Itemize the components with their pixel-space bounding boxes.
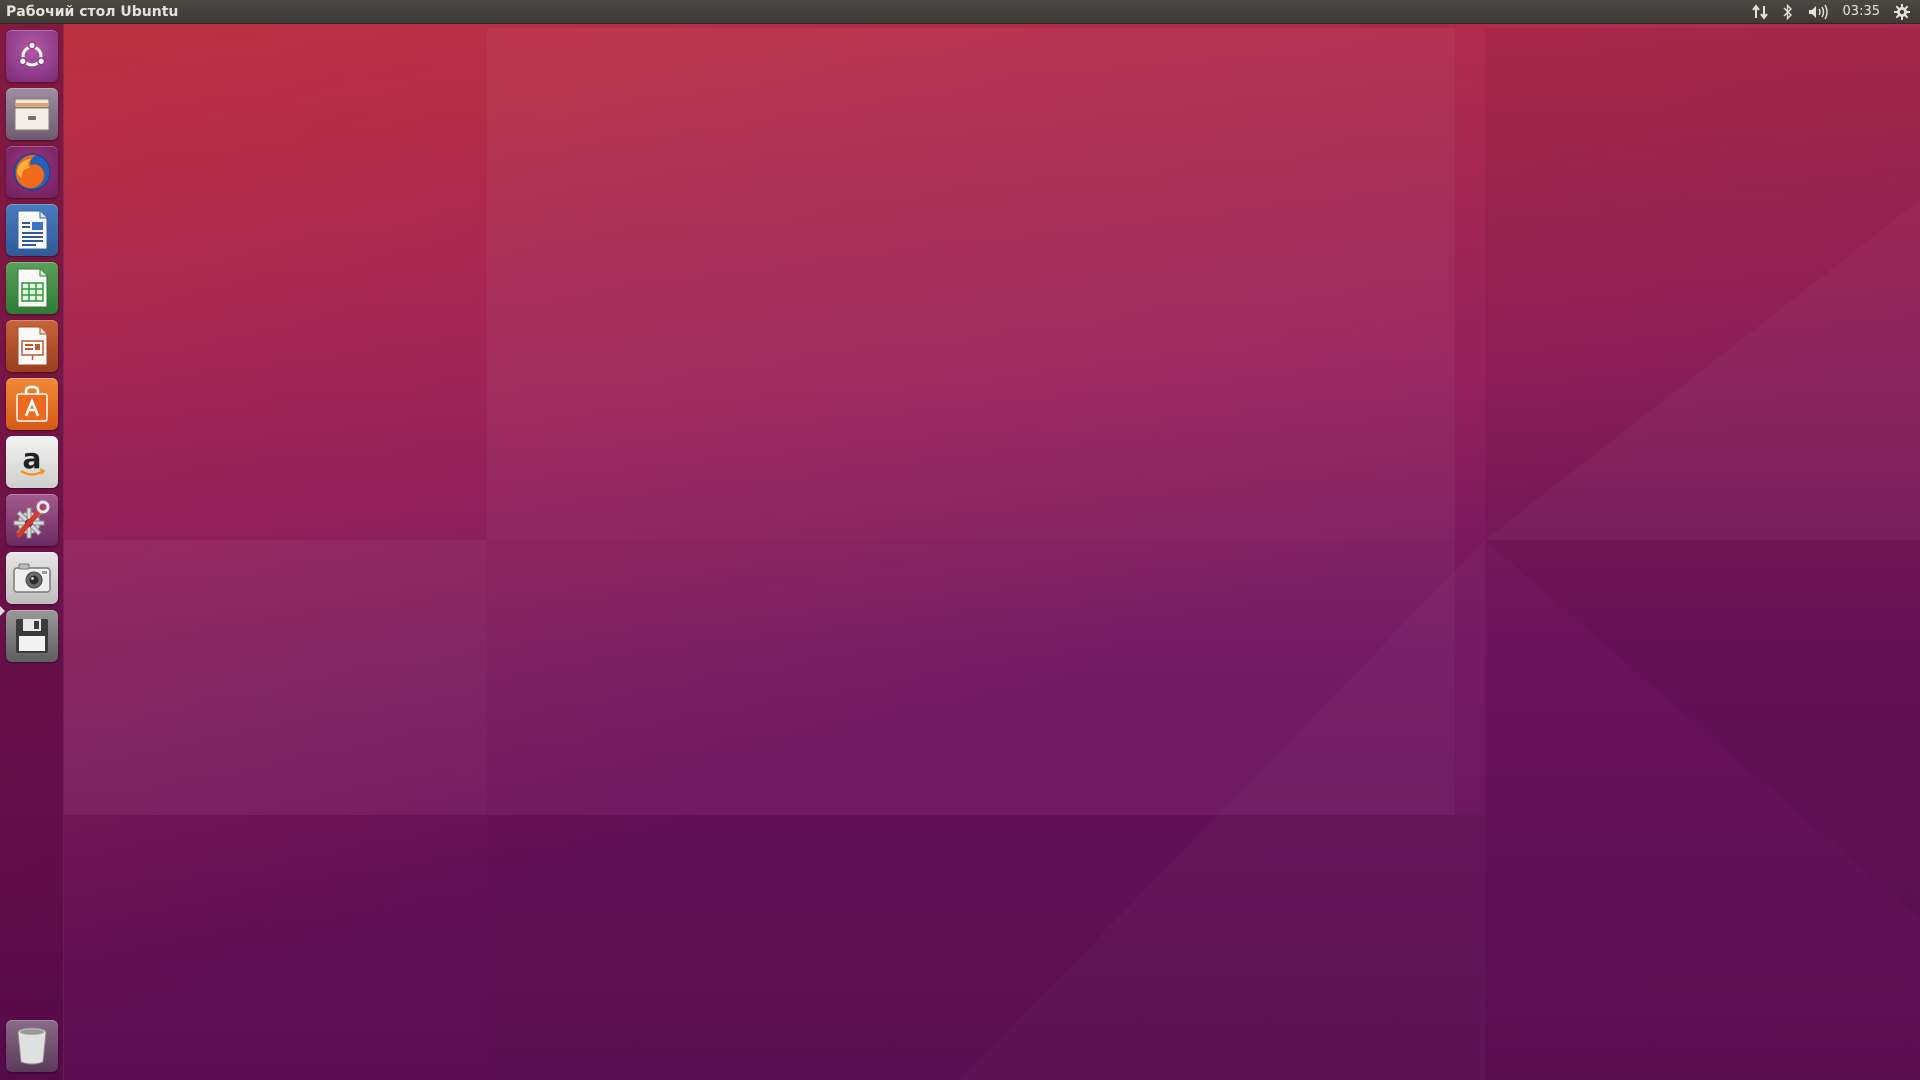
screenshot-button[interactable]: [6, 552, 58, 604]
camera-icon: [13, 563, 51, 593]
system-settings-button[interactable]: [6, 494, 58, 546]
trash-icon: [17, 1027, 47, 1065]
floppy-disk-icon: [16, 619, 48, 653]
indicator-area: 03:35: [1751, 0, 1920, 24]
shopping-bag-icon: [16, 385, 48, 422]
amazon-icon: a: [20, 442, 46, 476]
launcher: a: [0, 24, 64, 1080]
dash-button[interactable]: [6, 30, 58, 82]
file-cabinet-icon: [14, 98, 50, 131]
clock[interactable]: 03:35: [1843, 0, 1880, 24]
software-center-button[interactable]: [6, 378, 58, 430]
trash-button[interactable]: [6, 1020, 58, 1072]
network-updown-icon[interactable]: [1751, 0, 1769, 24]
wallpaper-geometry: [64, 540, 1920, 1080]
active-app-indicator: [0, 606, 5, 616]
impress-presentation-icon: [17, 326, 48, 366]
libreoffice-calc-button[interactable]: [6, 262, 58, 314]
libreoffice-impress-button[interactable]: [6, 320, 58, 372]
bluetooth-icon[interactable]: [1783, 0, 1793, 24]
ubuntu-logo-icon: [18, 41, 46, 67]
files-button[interactable]: [6, 88, 58, 140]
gear-icon[interactable]: [1894, 0, 1910, 24]
storage-button[interactable]: [6, 610, 58, 662]
firefox-button[interactable]: [6, 146, 58, 198]
settings-wrench-icon: [13, 500, 50, 539]
top-panel: Рабочий стол Ubuntu 03:35: [0, 0, 1920, 24]
firefox-icon: [13, 153, 51, 191]
desktop-wallpaper[interactable]: [0, 0, 1920, 1080]
calc-spreadsheet-icon: [17, 268, 48, 308]
writer-document-icon: [17, 210, 48, 250]
libreoffice-writer-button[interactable]: [6, 204, 58, 256]
svg-text:a: a: [23, 442, 42, 475]
speaker-volume-icon[interactable]: [1807, 0, 1829, 24]
amazon-button[interactable]: a: [6, 436, 58, 488]
window-title: Рабочий стол Ubuntu: [6, 3, 179, 20]
